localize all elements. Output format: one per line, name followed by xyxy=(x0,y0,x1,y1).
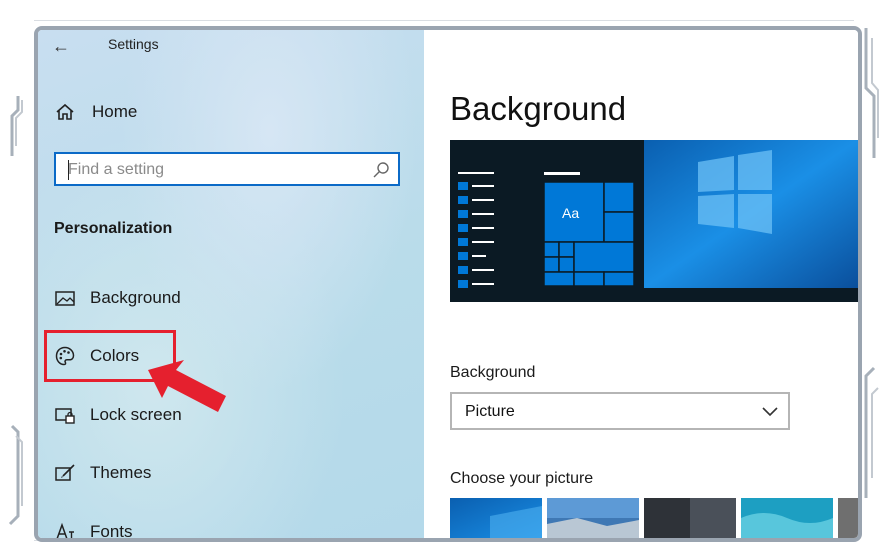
background-type-label: Background xyxy=(450,364,536,381)
picture-thumbnail-partial[interactable] xyxy=(838,498,858,538)
search-input[interactable] xyxy=(66,158,370,182)
back-arrow-icon[interactable]: ← xyxy=(52,34,70,58)
lock-screen-icon xyxy=(55,408,75,424)
sidebar: ← Settings Home Personalization Backgrou… xyxy=(38,30,424,538)
choose-picture-label: Choose your picture xyxy=(450,470,594,487)
picture-icon xyxy=(55,291,75,306)
home-icon xyxy=(56,103,74,120)
picture-thumbnail-windows[interactable] xyxy=(450,498,542,538)
sidebar-item-home[interactable]: Home xyxy=(38,92,424,132)
picture-thumbnail-night[interactable] xyxy=(644,498,736,538)
chevron-down-icon xyxy=(762,407,778,417)
red-pointer-arrow-icon xyxy=(148,360,226,412)
sidebar-item-label: Fonts xyxy=(90,522,133,541)
sidebar-item-label: Home xyxy=(92,102,138,121)
page-title: Background xyxy=(450,90,627,127)
sidebar-item-fonts[interactable]: Fonts xyxy=(38,512,424,541)
main-content: Background Aa Background Picture Choose … xyxy=(424,30,858,538)
section-title: Personalization xyxy=(54,220,173,237)
sidebar-item-label: Themes xyxy=(90,463,152,482)
desktop-preview: Aa xyxy=(450,140,858,302)
background-type-dropdown[interactable]: Picture xyxy=(450,392,790,430)
preview-tile-text: Aa xyxy=(562,205,579,221)
search-icon[interactable] xyxy=(372,161,390,179)
fonts-icon xyxy=(56,522,74,538)
sidebar-item-background[interactable]: Background xyxy=(38,278,424,318)
search-box[interactable] xyxy=(54,152,400,186)
right-decor-stripes xyxy=(864,28,879,498)
settings-window: ← Settings Home Personalization Backgrou… xyxy=(34,26,862,542)
sidebar-item-lock-screen[interactable]: Lock screen xyxy=(38,395,424,435)
picture-thumbnail-water[interactable] xyxy=(741,498,833,538)
sidebar-item-themes[interactable]: Themes xyxy=(38,453,424,493)
decor-top-line xyxy=(34,20,854,21)
left-decor-stripes xyxy=(8,96,23,526)
sidebar-item-label: Background xyxy=(90,288,181,307)
window-title: Settings xyxy=(108,36,159,52)
themes-icon xyxy=(55,464,75,481)
picture-thumbnail-coast[interactable] xyxy=(547,498,639,538)
dropdown-selected-value: Picture xyxy=(465,403,515,420)
